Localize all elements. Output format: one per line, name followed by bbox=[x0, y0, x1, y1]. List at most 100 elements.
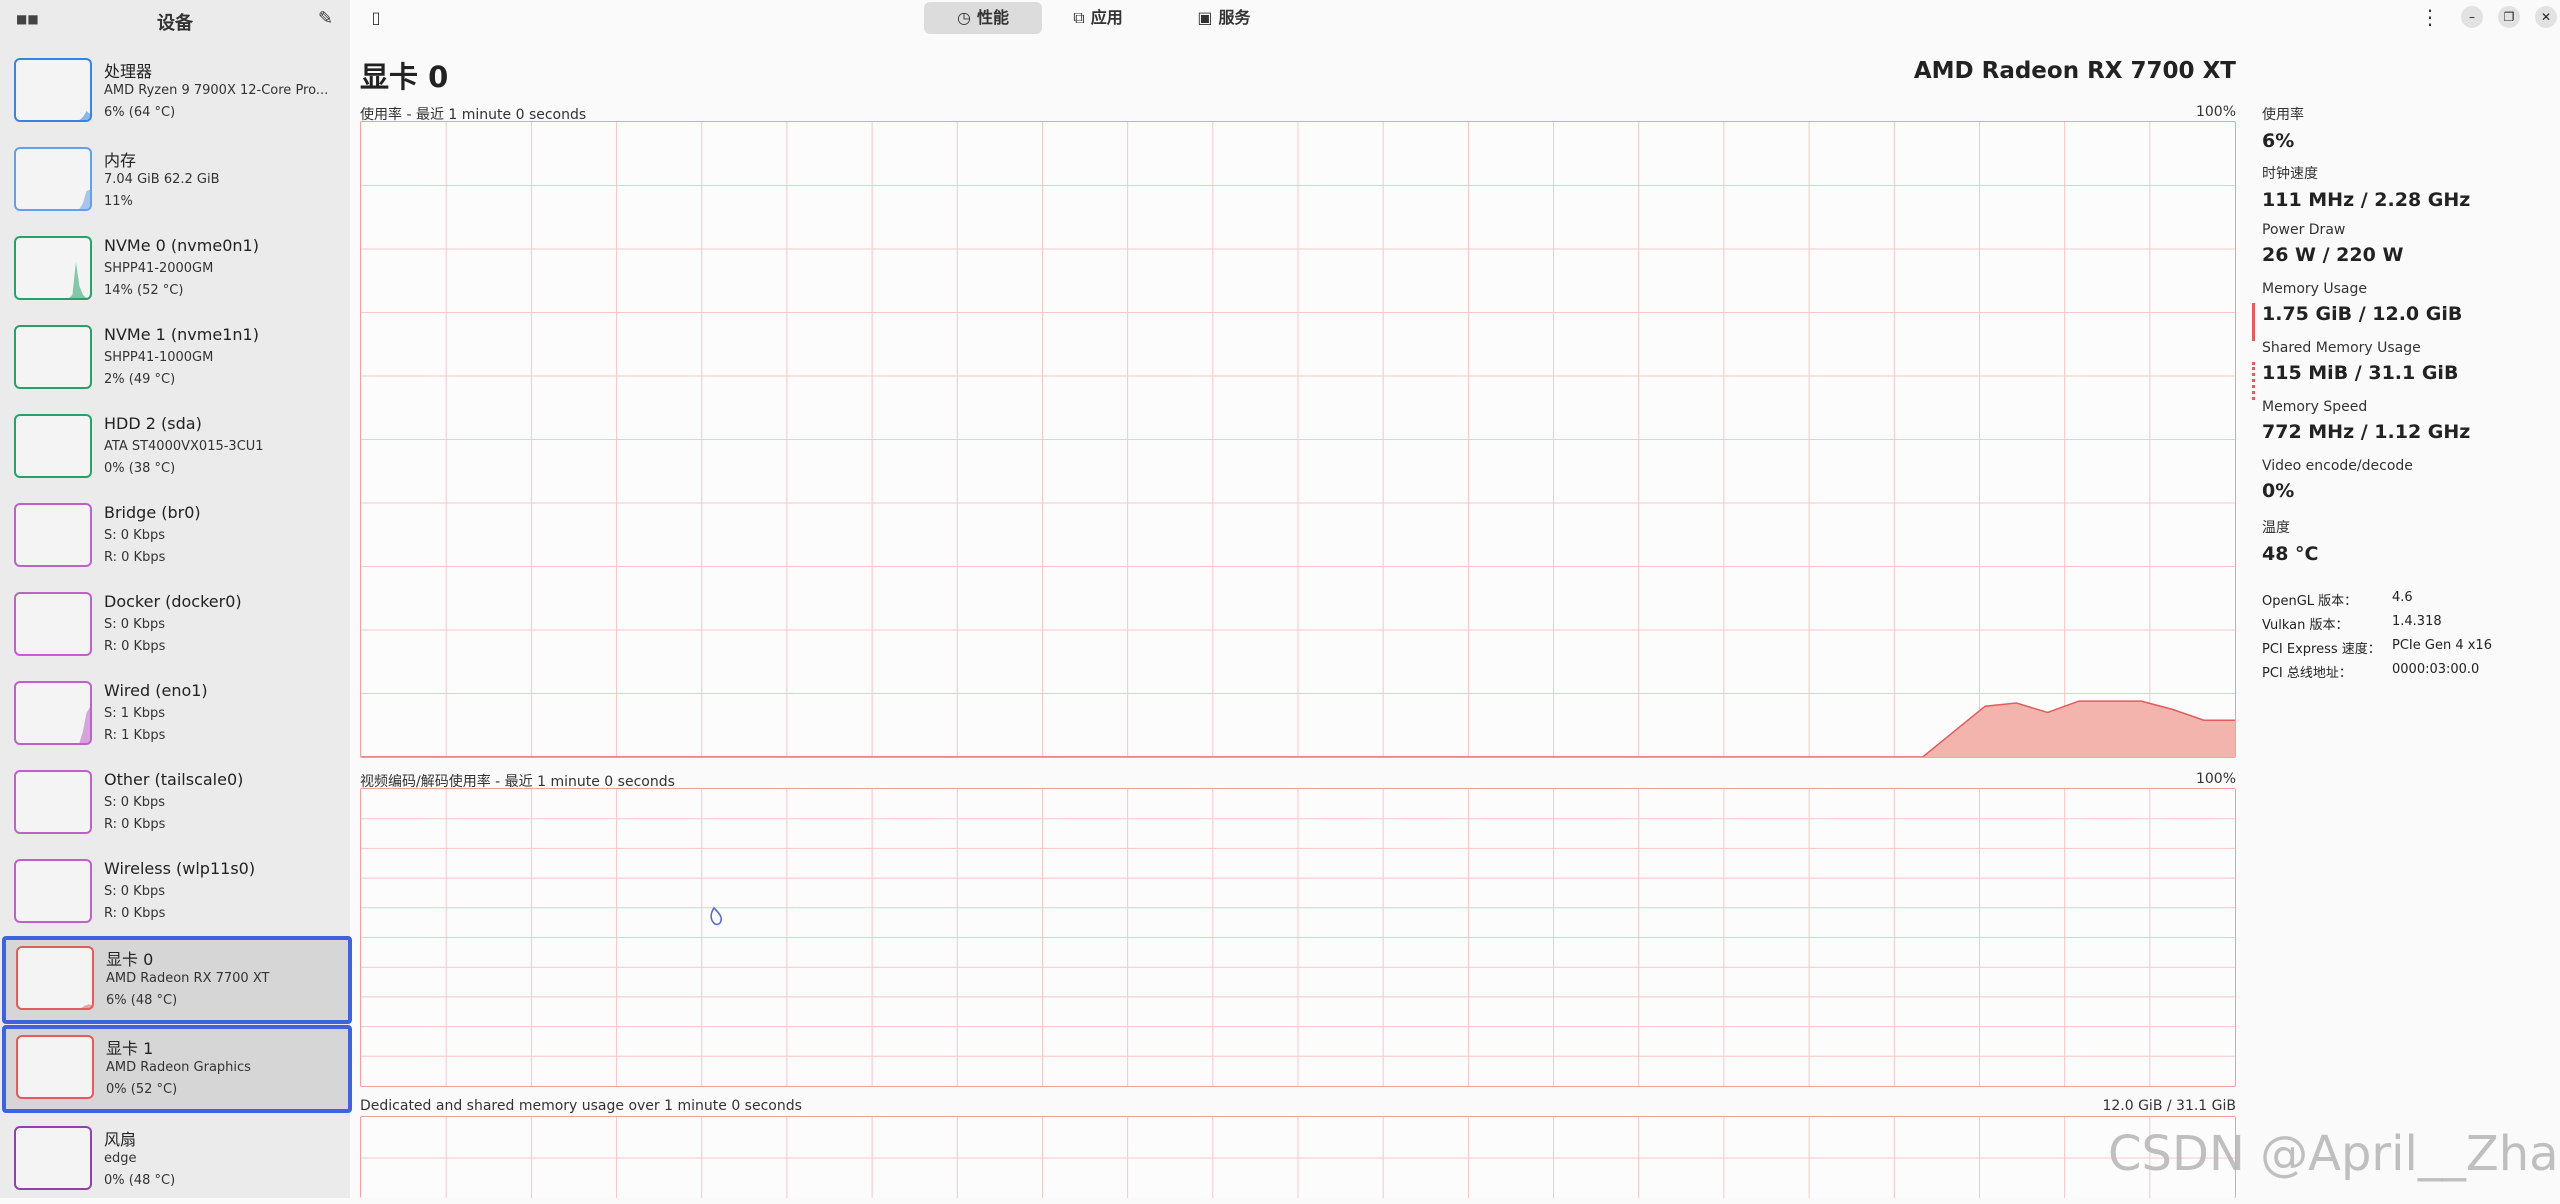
device-thumbnail-graph bbox=[14, 58, 92, 122]
tab-services[interactable]: ▣ 服务 bbox=[1170, 2, 1278, 34]
sidebar-title: 设备 bbox=[157, 13, 193, 34]
device-name: Bridge (br0) bbox=[104, 503, 201, 522]
device-name: Wireless (wlp11s0) bbox=[104, 859, 256, 878]
device-detail: AMD Ryzen 9 7900X 12-Core Pro... bbox=[104, 83, 329, 98]
stat-value: 1.75 GiB / 12.0 GiB bbox=[2262, 303, 2463, 325]
watermark: CSDN @April__Zhao bbox=[2108, 1126, 2560, 1182]
device-name: Other (tailscale0) bbox=[104, 770, 244, 789]
shared-memory-legend-marker bbox=[2252, 362, 2258, 400]
device-status: 0% (48 °C) bbox=[104, 1173, 176, 1188]
stat-label: Shared Memory Usage bbox=[2262, 340, 2421, 356]
device-detail: S: 0 Kbps bbox=[104, 617, 165, 632]
device-detail: edge bbox=[104, 1151, 137, 1166]
stat-label: 时钟速度 bbox=[2262, 166, 2318, 182]
sidebar-item-hdd-2-sda[interactable]: HDD 2 (sda) ATA ST4000VX015-3CU1 0% (38 °C… bbox=[0, 404, 350, 492]
device-detail: SHPP41-1000GM bbox=[104, 350, 214, 365]
apps-icon: ⧉ bbox=[1073, 8, 1085, 27]
device-status: R: 1 Kbps bbox=[104, 728, 166, 743]
stat-2: Power Draw 26 W / 220 W bbox=[2262, 222, 2552, 266]
usage-graph bbox=[360, 121, 2236, 758]
tab-performance[interactable]: ◷ 性能 bbox=[924, 2, 1042, 34]
device-thumbnail-graph bbox=[16, 946, 94, 1010]
graph0-svg bbox=[361, 122, 2235, 757]
device-status: 14% (52 °C) bbox=[104, 283, 184, 298]
sidebar-item-wireless-wlp11s0[interactable]: Wireless (wlp11s0) S: 0 Kbps R: 0 Kbps bbox=[0, 849, 350, 937]
device-detail: SHPP41-2000GM bbox=[104, 261, 214, 276]
thumbnail-area bbox=[18, 1004, 92, 1008]
stat-value: 6% bbox=[2262, 130, 2295, 152]
close-icon[interactable]: ✕ bbox=[2535, 6, 2557, 28]
device-thumbnail-graph bbox=[14, 592, 92, 656]
memory-usage-graph bbox=[360, 1116, 2236, 1198]
device-detail: S: 1 Kbps bbox=[104, 706, 165, 721]
memory-legend-marker bbox=[2252, 303, 2255, 341]
sidebar-item-显卡-0[interactable]: 显卡 0 AMD Radeon RX 7700 XT 6% (48 °C) bbox=[2, 936, 352, 1024]
sidebar-item-nvme-1-nvme1n1[interactable]: NVMe 1 (nvme1n1) SHPP41-1000GM 2% (49 °C) bbox=[0, 315, 350, 403]
minimize-icon[interactable]: – bbox=[2461, 6, 2483, 28]
stat-value: 26 W / 220 W bbox=[2262, 244, 2404, 266]
stat-1: 时钟速度 111 MHz / 2.28 GHz bbox=[2262, 163, 2552, 211]
device-status: 11% bbox=[104, 194, 133, 209]
device-status: 2% (49 °C) bbox=[104, 372, 176, 387]
stat-3: Memory Usage 1.75 GiB / 12.0 GiB bbox=[2252, 281, 2552, 341]
sidebar-item-bridge-br0[interactable]: Bridge (br0) S: 0 Kbps R: 0 Kbps bbox=[0, 493, 350, 581]
graph2-svg bbox=[361, 1117, 2235, 1198]
device-thumbnail-graph bbox=[14, 236, 92, 300]
device-status: 0% (52 °C) bbox=[106, 1082, 178, 1097]
sidebar-item-处理器[interactable]: 处理器 AMD Ryzen 9 7900X 12-Core Pro... 6% (6… bbox=[0, 48, 350, 136]
tab-label: 性能 bbox=[976, 8, 1009, 27]
stat-label: Video encode/decode bbox=[2262, 458, 2413, 474]
page-title: 显卡 0 bbox=[360, 60, 449, 94]
stat-value: 48 °C bbox=[2262, 543, 2319, 565]
device-name: Docker (docker0) bbox=[104, 592, 242, 611]
device-thumbnail-graph bbox=[14, 1126, 92, 1190]
device-name: 风扇 bbox=[104, 1130, 137, 1149]
sidebar-item-wired-eno1[interactable]: Wired (eno1) S: 1 Kbps R: 1 Kbps bbox=[0, 671, 350, 759]
device-thumbnail-graph bbox=[16, 1035, 94, 1099]
memory-graph-label: Dedicated and shared memory usage over 1… bbox=[360, 1098, 802, 1114]
stat-5: Memory Speed 772 MHz / 1.12 GHz bbox=[2262, 399, 2552, 443]
stat-6: Video encode/decode 0% bbox=[2262, 458, 2552, 502]
device-thumbnail-graph bbox=[14, 503, 92, 567]
device-thumbnail-graph bbox=[14, 859, 92, 923]
sidebar-item-显卡-1[interactable]: 显卡 1 AMD Radeon Graphics 0% (52 °C) bbox=[2, 1025, 352, 1113]
thumbnail-area bbox=[16, 189, 90, 209]
device-detail: S: 0 Kbps bbox=[104, 528, 165, 543]
thumbnail-area bbox=[16, 111, 90, 120]
maximize-icon[interactable]: ❐ bbox=[2498, 6, 2520, 28]
stat-value: 115 MiB / 31.1 GiB bbox=[2262, 362, 2459, 384]
sidebar-item-docker-docker0[interactable]: Docker (docker0) S: 0 Kbps R: 0 Kbps bbox=[0, 582, 350, 670]
info-key: PCI Express 速度： bbox=[2262, 642, 2381, 657]
stat-0: 使用率 6% bbox=[2262, 104, 2552, 152]
device-status: 6% (64 °C) bbox=[104, 105, 176, 120]
menu-icon[interactable]: ⋮ bbox=[2418, 4, 2442, 30]
device-name: HDD 2 (sda) bbox=[104, 414, 202, 433]
usage-graph-max: 100% bbox=[2195, 104, 2236, 120]
stat-label: 温度 bbox=[2262, 520, 2290, 536]
sidebar-item-内存[interactable]: 内存 7.04 GiB 62.2 GiB 11% bbox=[0, 137, 350, 225]
performance-icon: ◷ bbox=[957, 8, 971, 27]
info-value: 0000:03:00.0 bbox=[2392, 662, 2480, 677]
header-bar: ▯ ◷ 性能 ⧉ 应用 ▣ 服务 ⋮ – ❐ ✕ bbox=[350, 0, 2560, 40]
sidebar-toggle-icon[interactable]: ▯ bbox=[364, 7, 388, 29]
device-name: NVMe 0 (nvme0n1) bbox=[104, 236, 259, 255]
stat-label: Memory Speed bbox=[2262, 399, 2368, 415]
stat-4: Shared Memory Usage 115 MiB / 31.1 GiB bbox=[2252, 340, 2552, 400]
tab-apps[interactable]: ⧉ 应用 bbox=[1044, 2, 1152, 34]
device-name: 显卡 0 bbox=[106, 950, 154, 969]
info-value: 1.4.318 bbox=[2392, 614, 2442, 629]
device-thumbnail-graph bbox=[14, 770, 92, 834]
sidebar-item-other-tailscale0[interactable]: Other (tailscale0) S: 0 Kbps R: 0 Kbps bbox=[0, 760, 350, 848]
device-detail: 7.04 GiB 62.2 GiB bbox=[104, 172, 220, 187]
device-status: R: 0 Kbps bbox=[104, 817, 166, 832]
sidebar-item-nvme-0-nvme0n1[interactable]: NVMe 0 (nvme0n1) SHPP41-2000GM 14% (52 °C) bbox=[0, 226, 350, 314]
edit-icon[interactable]: ✎ bbox=[318, 8, 333, 29]
device-thumbnail-graph bbox=[14, 325, 92, 389]
device-detail: S: 0 Kbps bbox=[104, 884, 165, 899]
thumbnail-area bbox=[16, 262, 90, 298]
device-detail: ATA ST4000VX015-3CU1 bbox=[104, 439, 264, 454]
stat-value: 111 MHz / 2.28 GHz bbox=[2262, 189, 2471, 211]
sidebar-item-风扇[interactable]: 风扇 edge 0% (48 °C) bbox=[0, 1116, 350, 1204]
tab-label: 应用 bbox=[1090, 8, 1123, 27]
device-status: R: 0 Kbps bbox=[104, 639, 166, 654]
